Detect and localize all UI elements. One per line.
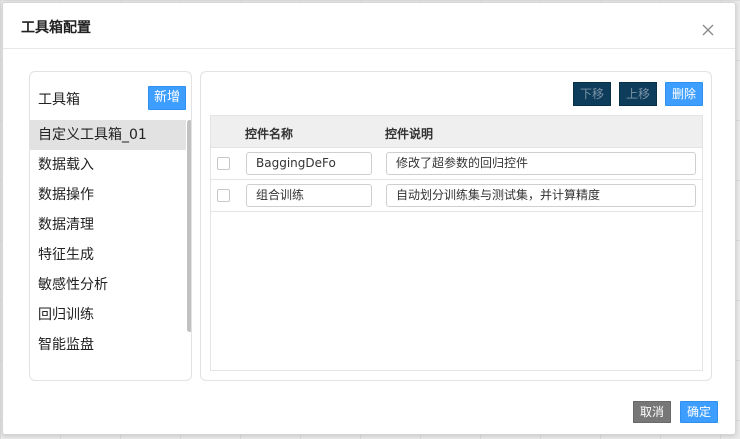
row-checkbox[interactable] [217, 157, 230, 170]
toolbox-list-item[interactable]: 数据载入 [30, 150, 186, 180]
dialog-title: 工具箱配置 [21, 20, 91, 36]
control-name-field[interactable]: 组合训练 [246, 184, 372, 207]
toolbox-config-dialog: 工具箱配置 工具箱 新增 自定义工具箱_01 数据载入 数据操作 数据清理 特征… [2, 2, 736, 435]
dialog-header: 工具箱配置 [3, 3, 735, 49]
toolbox-list-item[interactable]: 敏感性分析 [30, 270, 186, 300]
toolbox-list-item[interactable]: 特征生成 [30, 240, 186, 270]
row-checkbox[interactable] [217, 189, 230, 202]
controls-panel: 下移 上移 删除 控件名称 控件说明 BaggingDeFo 修改了超参数的回归… [200, 71, 712, 381]
control-description-field[interactable]: 修改了超参数的回归控件 [386, 152, 696, 175]
toolbox-panel-header: 工具箱 新增 [30, 72, 191, 119]
controls-table: 控件名称 控件说明 BaggingDeFo 修改了超参数的回归控件 组合训练 自… [210, 115, 703, 371]
control-description-field[interactable]: 自动划分训练集与测试集，并计算精度 [386, 184, 696, 207]
toolbox-list-item[interactable]: 智能监盘 [30, 330, 186, 360]
column-header-name: 控件名称 [245, 127, 294, 141]
control-name-field[interactable]: BaggingDeFo [246, 152, 372, 175]
add-toolbox-button[interactable]: 新增 [148, 86, 186, 110]
toolbox-list-item[interactable]: 自定义工具箱_01 [30, 120, 186, 150]
move-up-button[interactable]: 上移 [619, 82, 657, 106]
move-down-button[interactable]: 下移 [573, 82, 611, 106]
column-header-description: 控件说明 [385, 127, 434, 141]
table-header: 控件名称 控件说明 [211, 116, 702, 148]
table-row: 组合训练 自动划分训练集与测试集，并计算精度 [211, 180, 702, 212]
delete-button[interactable]: 删除 [665, 82, 703, 106]
toolbox-panel-title: 工具箱 [38, 92, 80, 108]
close-icon[interactable] [701, 23, 715, 37]
toolbox-list-item[interactable]: 数据操作 [30, 180, 186, 210]
table-row: BaggingDeFo 修改了超参数的回归控件 [211, 148, 702, 180]
toolbox-panel: 工具箱 新增 自定义工具箱_01 数据载入 数据操作 数据清理 特征生成 敏感性… [29, 71, 192, 381]
toolbox-list-item[interactable]: 数据清理 [30, 210, 186, 240]
confirm-button[interactable]: 确定 [680, 401, 718, 423]
toolbox-list-scrollbar[interactable] [187, 120, 191, 332]
toolbox-list-item[interactable]: 回归训练 [30, 300, 186, 330]
cancel-button[interactable]: 取消 [633, 401, 671, 423]
toolbox-list: 自定义工具箱_01 数据载入 数据操作 数据清理 特征生成 敏感性分析 回归训练… [30, 120, 186, 360]
